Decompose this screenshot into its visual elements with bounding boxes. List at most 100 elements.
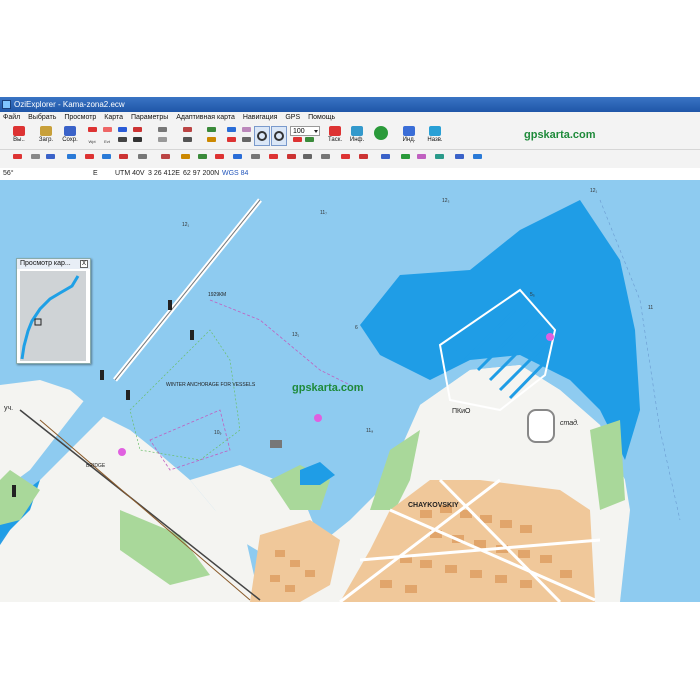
zoom-step-a[interactable]: [291, 137, 303, 146]
tb2-26[interactable]: [470, 154, 484, 163]
depth-2: 11₇: [320, 210, 327, 216]
exit-button[interactable]: Вы..: [8, 125, 30, 147]
overview-map[interactable]: [20, 271, 86, 361]
close-icon[interactable]: X: [80, 260, 88, 268]
save-button[interactable]: Сохр.: [59, 125, 81, 147]
route-button[interactable]: [116, 127, 128, 136]
menu-adaptive-map[interactable]: Адаптивная карта: [173, 112, 238, 123]
stadium: [527, 409, 555, 443]
menu-view[interactable]: Просмотр: [61, 112, 99, 123]
index-button[interactable]: Инд.: [398, 125, 420, 147]
tb2-11[interactable]: [195, 154, 209, 163]
back-icon: [429, 126, 441, 136]
tool-d-icon: [182, 137, 192, 142]
exit-label: Вы..: [13, 137, 25, 143]
depth-7: 11₈: [366, 428, 374, 434]
tool-b-button[interactable]: [156, 137, 168, 146]
tb2-18[interactable]: [318, 154, 332, 163]
tb2-20[interactable]: [356, 154, 370, 163]
info-button[interactable]: Инф.: [346, 125, 368, 147]
menu-select[interactable]: Выбрать: [25, 112, 59, 123]
map-view[interactable]: 12₁ 11₇ 12₃ 12₁ 13₁ 10₉ 11₈ 11 5₅ 6 1929…: [0, 180, 700, 602]
zoom-level-select[interactable]: 100: [290, 126, 320, 136]
line-icon: [132, 127, 142, 132]
tb2-6[interactable]: [99, 154, 113, 163]
tb2-13[interactable]: [230, 154, 244, 163]
tool-a-button[interactable]: [156, 127, 168, 136]
pan-button[interactable]: [370, 125, 392, 147]
map-watermark: gpskarta.com: [292, 382, 364, 394]
tb2-14-icon: [250, 154, 260, 159]
tb2-8[interactable]: [135, 154, 149, 163]
tb2-7[interactable]: [116, 154, 130, 163]
waypoint-button[interactable]: [86, 127, 98, 136]
tb2-10[interactable]: [178, 154, 192, 163]
tool-j-button[interactable]: [240, 137, 252, 146]
menu-navigation[interactable]: Навигация: [240, 112, 281, 123]
back-label: Назв.: [427, 137, 443, 143]
load-button[interactable]: Загр.: [35, 125, 57, 147]
event-button[interactable]: [101, 127, 113, 136]
zoom-out-button[interactable]: [271, 126, 287, 146]
tb2-2[interactable]: [28, 154, 42, 163]
tb2-21[interactable]: [378, 154, 392, 163]
ozi-window: OziExplorer - Kama-zona2.ecw Файл Выбрат…: [0, 97, 700, 602]
window-title: OziExplorer - Kama-zona2.ecw: [14, 100, 125, 109]
tb2-19[interactable]: [338, 154, 352, 163]
tb2-17[interactable]: [300, 154, 314, 163]
tb2-1[interactable]: [10, 154, 24, 163]
tb2-23[interactable]: [414, 154, 428, 163]
tool-d-button[interactable]: [181, 137, 193, 146]
km-label: 1929КМ: [208, 292, 227, 298]
tb2-4[interactable]: [64, 154, 78, 163]
menu-bar: Файл Выбрать Просмотр Карта Параметры Ад…: [0, 112, 700, 123]
anchorage-label: WINTER ANCHORAGE FOR VESSELS: [166, 382, 256, 388]
line2-button[interactable]: [131, 137, 143, 146]
tool-f-button[interactable]: [205, 137, 217, 146]
overview-window[interactable]: Просмотр кар... X: [16, 258, 91, 364]
track-button[interactable]: [116, 137, 128, 146]
info-icon: [351, 126, 363, 136]
depth-3: 12₃: [442, 198, 450, 204]
task-icon: [329, 126, 341, 136]
tool-e-button[interactable]: [205, 127, 217, 136]
tb2-15[interactable]: [266, 154, 280, 163]
tool-h-button[interactable]: [225, 137, 237, 146]
zoom-step-b[interactable]: [303, 137, 315, 146]
tool-h-icon: [226, 137, 236, 142]
zoom-in-button[interactable]: [254, 126, 270, 146]
city-label: CHAYKOVSKIY: [408, 502, 459, 509]
tb2-22[interactable]: [398, 154, 412, 163]
task-button[interactable]: Таск.: [324, 125, 346, 147]
waypoint-label: Wpt: [88, 139, 96, 144]
menu-gps[interactable]: GPS: [282, 112, 303, 123]
tb2-16[interactable]: [284, 154, 298, 163]
app-icon: [2, 100, 11, 109]
tb2-22-icon: [400, 154, 410, 159]
line-button[interactable]: [131, 127, 143, 136]
waypoint-label-button[interactable]: Wpt: [86, 137, 98, 146]
back-button[interactable]: Назв.: [424, 125, 446, 147]
tb2-14[interactable]: [248, 154, 262, 163]
tb2-9[interactable]: [158, 154, 172, 163]
load-label: Загр.: [38, 137, 54, 143]
save-icon: [64, 126, 76, 136]
tool-i-button[interactable]: [240, 127, 252, 136]
menu-map[interactable]: Карта: [101, 112, 126, 123]
tb2-24[interactable]: [432, 154, 446, 163]
index-label: Инд.: [402, 137, 416, 143]
depth-6: 10₉: [214, 430, 222, 436]
tb2-5[interactable]: [82, 154, 96, 163]
event-label-button[interactable]: Evt: [101, 137, 113, 146]
tool-g-button[interactable]: [225, 127, 237, 136]
pan-arrows-icon: [374, 126, 388, 140]
menu-help[interactable]: Помощь: [305, 112, 338, 123]
tool-c-button[interactable]: [181, 127, 193, 136]
tb2-12[interactable]: [212, 154, 226, 163]
menu-settings[interactable]: Параметры: [128, 112, 171, 123]
menu-file[interactable]: Файл: [0, 112, 23, 123]
tb2-24-icon: [434, 154, 444, 159]
tb2-26-icon: [472, 154, 482, 159]
tb2-25[interactable]: [452, 154, 466, 163]
tb2-3[interactable]: [43, 154, 57, 163]
